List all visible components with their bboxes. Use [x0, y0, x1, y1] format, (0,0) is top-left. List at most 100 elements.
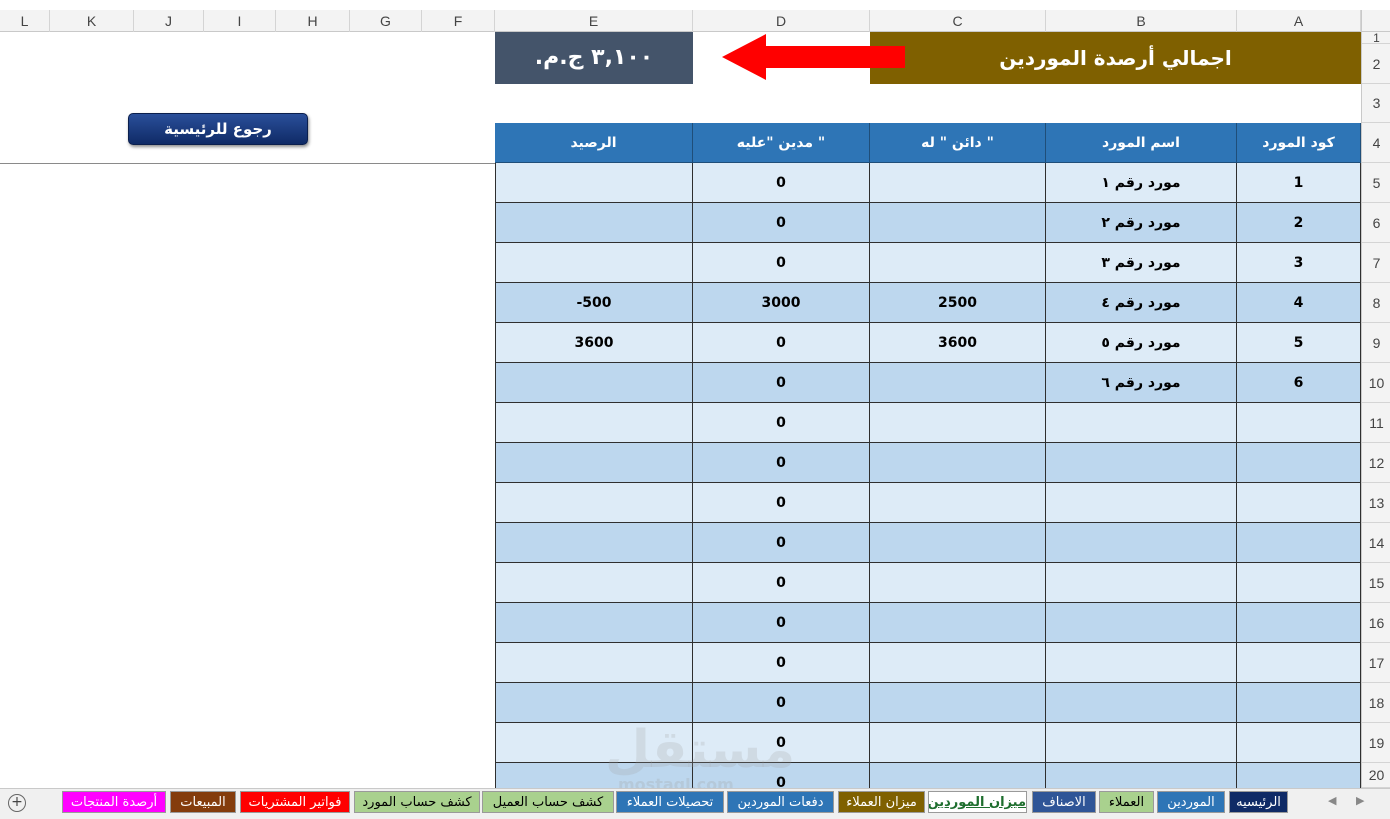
cell-balance[interactable] — [495, 643, 693, 683]
row-header[interactable]: 14 — [1362, 523, 1390, 563]
column-header-A[interactable]: A — [1237, 10, 1361, 32]
cell-supplier-name[interactable]: مورد رقم ٤ — [1046, 283, 1237, 323]
row-header[interactable]: 6 — [1362, 203, 1390, 243]
cell-credit[interactable] — [870, 683, 1046, 723]
cell-supplier-code[interactable]: 6 — [1237, 363, 1361, 403]
cell-credit[interactable] — [870, 243, 1046, 283]
cell-debit[interactable]: 0 — [693, 683, 870, 723]
cell-supplier-code[interactable]: 2 — [1237, 203, 1361, 243]
scroll-left-icon[interactable]: ◀ — [1328, 794, 1336, 807]
cell-credit[interactable] — [870, 643, 1046, 683]
cell-debit[interactable]: 0 — [693, 523, 870, 563]
cell-supplier-name[interactable]: مورد رقم ٥ — [1046, 323, 1237, 363]
column-header-D[interactable]: D — [693, 10, 870, 32]
column-header-B[interactable]: B — [1046, 10, 1237, 32]
cell-debit[interactable]: 0 — [693, 323, 870, 363]
cell-debit[interactable]: 0 — [693, 603, 870, 643]
row-header[interactable]: 8 — [1362, 283, 1390, 323]
cell-balance[interactable] — [495, 243, 693, 283]
cell-supplier-code[interactable] — [1237, 483, 1361, 523]
column-header-L[interactable]: L — [0, 10, 50, 32]
row-header[interactable]: 12 — [1362, 443, 1390, 483]
cell-credit[interactable] — [870, 363, 1046, 403]
cell-balance[interactable] — [495, 163, 693, 203]
header-debit[interactable]: مدين "عليه " — [693, 123, 870, 163]
scroll-right-icon[interactable]: ▶ — [1356, 794, 1364, 807]
cell-balance[interactable] — [495, 203, 693, 243]
row-header[interactable]: 4 — [1362, 123, 1390, 163]
row-header[interactable]: 9 — [1362, 323, 1390, 363]
cell-credit[interactable] — [870, 563, 1046, 603]
cell-credit[interactable]: 2500 — [870, 283, 1046, 323]
cell-credit[interactable] — [870, 603, 1046, 643]
cell-credit[interactable] — [870, 523, 1046, 563]
cell-debit[interactable]: 0 — [693, 163, 870, 203]
cell-supplier-name[interactable]: مورد رقم ٢ — [1046, 203, 1237, 243]
row-header[interactable]: 5 — [1362, 163, 1390, 203]
cell-debit[interactable]: 0 — [693, 563, 870, 603]
cell-supplier-code[interactable] — [1237, 403, 1361, 443]
row-header[interactable]: 15 — [1362, 563, 1390, 603]
cell-supplier-code[interactable] — [1237, 683, 1361, 723]
row-header[interactable]: 3 — [1362, 84, 1390, 123]
cell-supplier-name[interactable] — [1046, 443, 1237, 483]
sheet-tab[interactable]: تحصيلات العملاء — [616, 791, 724, 813]
cell-balance[interactable] — [495, 603, 693, 643]
sheet-tab[interactable]: كشف حساب المورد — [354, 791, 480, 813]
cell-balance[interactable] — [495, 563, 693, 603]
cell-supplier-code[interactable] — [1237, 563, 1361, 603]
select-all-corner[interactable] — [1361, 10, 1390, 32]
cell-balance[interactable] — [495, 363, 693, 403]
row-header[interactable]: 10 — [1362, 363, 1390, 403]
cell-supplier-code[interactable]: 4 — [1237, 283, 1361, 323]
sheet-tab[interactable]: العملاء — [1099, 791, 1154, 813]
cell-supplier-code[interactable] — [1237, 763, 1361, 788]
row-header[interactable]: 1 — [1362, 32, 1390, 44]
row-header[interactable]: 13 — [1362, 483, 1390, 523]
cell-balance[interactable]: 3600 — [495, 323, 693, 363]
cell-balance[interactable] — [495, 523, 693, 563]
cell-supplier-code[interactable]: 1 — [1237, 163, 1361, 203]
cell-credit[interactable] — [870, 763, 1046, 788]
row-header[interactable]: 18 — [1362, 683, 1390, 723]
cell-debit[interactable]: 0 — [693, 403, 870, 443]
cell-supplier-name[interactable]: مورد رقم ٦ — [1046, 363, 1237, 403]
cell-balance[interactable]: -500 — [495, 283, 693, 323]
cell-supplier-code[interactable] — [1237, 643, 1361, 683]
column-header-F[interactable]: F — [422, 10, 495, 32]
sheet-tab[interactable]: أرصدة المنتجات — [62, 791, 166, 813]
row-header[interactable]: 16 — [1362, 603, 1390, 643]
header-balance[interactable]: الرصيد — [495, 123, 693, 163]
cell-supplier-code[interactable]: 5 — [1237, 323, 1361, 363]
header-supplier-name[interactable]: اسم المورد — [1046, 123, 1237, 163]
header-supplier-code[interactable]: كود المورد — [1237, 123, 1361, 163]
plus-circle-icon[interactable]: + — [8, 794, 26, 812]
row-header[interactable]: 20 — [1362, 763, 1390, 788]
sheet-tab[interactable]: كشف حساب العميل — [482, 791, 614, 813]
column-header-G[interactable]: G — [350, 10, 422, 32]
column-header-I[interactable]: I — [204, 10, 276, 32]
cell-balance[interactable] — [495, 403, 693, 443]
cell-balance[interactable] — [495, 443, 693, 483]
cell-supplier-code[interactable] — [1237, 603, 1361, 643]
cell-credit[interactable] — [870, 483, 1046, 523]
sheet-tab[interactable]: فواتير المشتريات — [240, 791, 350, 813]
cell-supplier-name[interactable] — [1046, 603, 1237, 643]
cell-supplier-code[interactable] — [1237, 523, 1361, 563]
cell-supplier-name[interactable] — [1046, 723, 1237, 763]
cell-supplier-code[interactable] — [1237, 443, 1361, 483]
cell-balance[interactable] — [495, 683, 693, 723]
cell-supplier-name[interactable] — [1046, 643, 1237, 683]
cell-debit[interactable]: 0 — [693, 243, 870, 283]
sheet-tab[interactable]: الاصناف — [1032, 791, 1096, 813]
cell-credit[interactable]: 3600 — [870, 323, 1046, 363]
column-header-E[interactable]: E — [495, 10, 693, 32]
cell-credit[interactable] — [870, 443, 1046, 483]
cell-credit[interactable] — [870, 403, 1046, 443]
cell-supplier-name[interactable] — [1046, 483, 1237, 523]
column-header-H[interactable]: H — [276, 10, 350, 32]
cell-balance[interactable] — [495, 483, 693, 523]
cell-supplier-code[interactable]: 3 — [1237, 243, 1361, 283]
sheet-tab[interactable]: الموردين — [1157, 791, 1225, 813]
cell-supplier-name[interactable] — [1046, 403, 1237, 443]
